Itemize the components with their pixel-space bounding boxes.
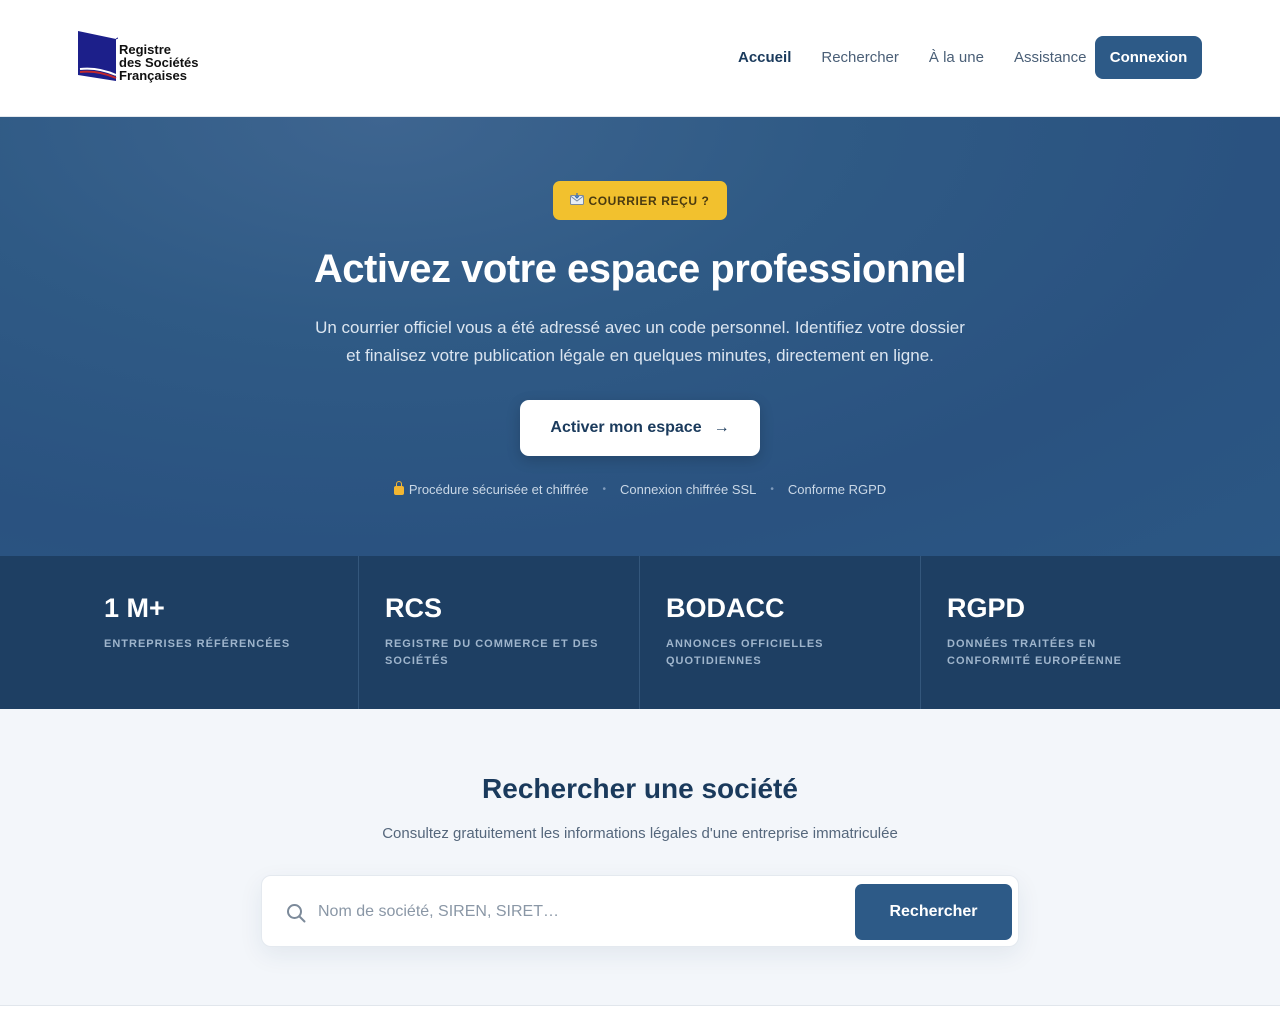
lock-icon	[393, 481, 404, 495]
nav-item-rechercher[interactable]: Rechercher	[821, 49, 899, 66]
stat-value: RGPD	[947, 593, 1026, 623]
trust-item-secure: Procédure sécurisée et chiffrée	[408, 482, 589, 497]
main-nav: Accueil Rechercher À la une Assistance	[722, 36, 1117, 79]
company-search-section: Rechercher une société Consultez gratuit…	[0, 709, 1280, 1006]
stat-value: RCS	[385, 593, 443, 623]
hero-subtitle-line-2: et finalisez votre publication légale en…	[346, 346, 934, 365]
logo-line-3: Françaises	[119, 68, 187, 83]
search-subtitle: Consultez gratuitement les informations …	[382, 825, 898, 842]
stat-item: BODACC Annonces officielles quotidiennes	[640, 556, 921, 709]
activate-space-button[interactable]: Activer mon espace →	[520, 400, 760, 456]
trust-item-rgpd: Conforme RGPD	[787, 482, 887, 497]
cta-label: Activer mon espace	[550, 419, 702, 436]
stat-value: BODACC	[666, 593, 785, 623]
nav-item-accueil[interactable]: Accueil	[738, 49, 791, 66]
stat-item: RGPD Données traitées en conformité euro…	[921, 556, 1280, 709]
stat-label: Données traitées en conformité européenn…	[947, 638, 1123, 667]
nav-item-a-la-une[interactable]: À la une	[929, 49, 984, 66]
stats-band: 1 M+ Entreprises référencées RCS Registr…	[0, 556, 1280, 709]
logo-wordmark: Registre des Sociétés Françaises	[119, 43, 199, 82]
search-button[interactable]: Rechercher	[855, 884, 1012, 940]
hero-subtitle-line-1: Un courrier officiel vous a été adressé …	[315, 318, 965, 337]
search-box: Rechercher	[261, 875, 1019, 947]
trust-separator: •	[602, 484, 607, 495]
nav-item-assistance[interactable]: Assistance	[1014, 49, 1087, 66]
hero-subtitle: Un courrier officiel vous a été adressé …	[300, 314, 980, 370]
stat-label: Registre du commerce et des sociétés	[385, 638, 599, 667]
search-icon	[287, 904, 306, 923]
stat-label: Entreprises référencées	[104, 638, 291, 650]
hero-title: Activez votre espace professionnel	[313, 247, 967, 291]
stat-value: 1 M+	[104, 593, 165, 623]
mail-received-badge: COURRIER REÇU ?	[553, 181, 727, 220]
stat-item: 1 M+ Entreprises référencées	[0, 556, 359, 709]
stat-label: Annonces officielles quotidiennes	[666, 638, 824, 667]
stat-item: RCS Registre du commerce et des sociétés	[359, 556, 640, 709]
site-logo[interactable]: Registre des Sociétés Françaises	[78, 29, 218, 85]
trust-item-ssl: Connexion chiffrée SSL	[620, 482, 757, 497]
trust-indicators: Procédure sécurisée et chiffrée • Connex…	[0, 481, 1280, 497]
badge-label: COURRIER REÇU ?	[588, 193, 710, 208]
site-header: Registre des Sociétés Françaises Accueil…	[0, 0, 1280, 117]
search-input[interactable]	[318, 894, 838, 930]
search-title: Rechercher une société	[482, 773, 798, 804]
trust-separator: •	[770, 484, 774, 495]
hero-section: COURRIER REÇU ? Activez votre espace pro…	[0, 117, 1280, 556]
logo-flag-icon	[78, 31, 118, 81]
envelope-icon	[570, 193, 585, 208]
login-button[interactable]: Connexion	[1095, 36, 1202, 79]
arrow-right-icon: →	[713, 419, 730, 436]
